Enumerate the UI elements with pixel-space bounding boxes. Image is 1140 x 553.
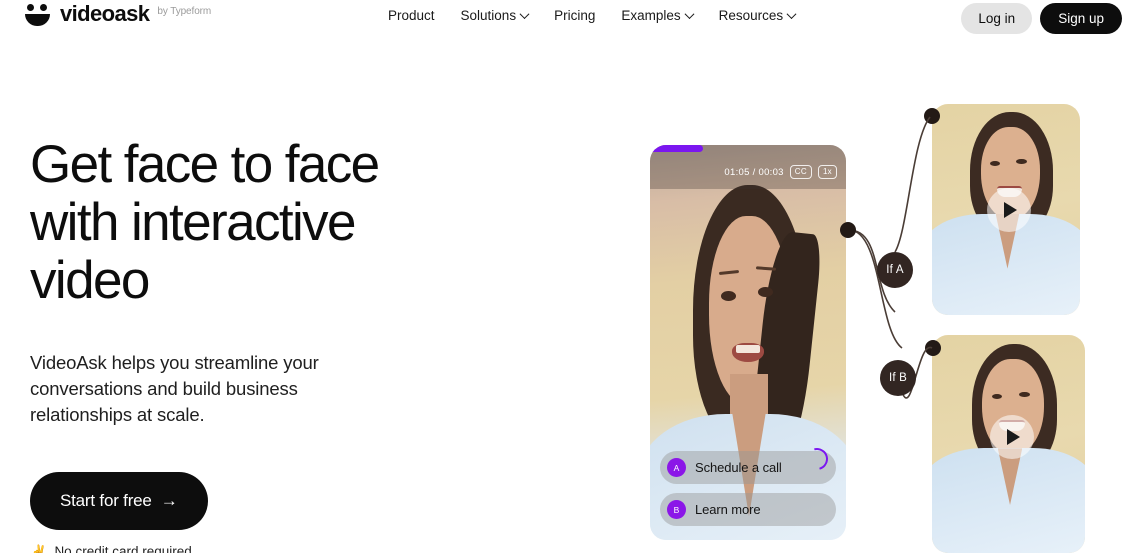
brand-subtitle: by Typeform (157, 6, 212, 17)
branch-badge-if-a[interactable]: If A (877, 252, 913, 288)
thumb-a-eye-left (989, 160, 1001, 167)
play-triangle (1007, 429, 1021, 446)
option-badge-b: B (667, 500, 686, 519)
answer-option-b[interactable]: B Learn more (660, 493, 836, 526)
arrow-right-icon: → (160, 491, 178, 510)
nav-item-solutions[interactable]: Solutions (460, 8, 530, 23)
video-progress-bar[interactable] (650, 145, 703, 152)
peace-hand-icon: ✌️ (30, 543, 48, 553)
landing-page: videoask by Typeform Product Solutions P… (0, 0, 1140, 553)
closed-captions-button[interactable]: CC (789, 165, 812, 179)
nav-label-solutions: Solutions (460, 8, 517, 23)
branch-path-b (848, 229, 903, 349)
note-text: No credit card required. (54, 544, 196, 553)
cta-label: Start for free (60, 491, 152, 510)
start-for-free-button[interactable]: Start for free → (30, 472, 208, 530)
video-timestamp: 01:05 / 00:03 (724, 166, 784, 178)
hero-content: Get face to face with interactive video … (30, 136, 460, 553)
nav-label-pricing: Pricing (554, 8, 596, 23)
playback-speed-button[interactable]: 1x (817, 165, 837, 179)
chevron-down-icon (519, 9, 530, 20)
brand-logo[interactable]: videoask by Typeform (24, 2, 211, 26)
headline-line-2: with interactive (30, 193, 357, 252)
nav-label-product: Product (388, 8, 435, 23)
play-icon[interactable] (986, 187, 1031, 232)
headline-line-1: Get face to face (30, 135, 380, 194)
thumb-b-eye-right (1019, 391, 1030, 397)
branch-badge-if-b[interactable]: If B (880, 360, 916, 396)
logo-eye-left (27, 4, 34, 11)
option-label-a: Schedule a call (695, 460, 782, 475)
nav-item-pricing[interactable]: Pricing (554, 8, 595, 23)
option-loading-arc-icon (801, 443, 833, 475)
branch-path-a-upper (894, 116, 931, 253)
headline-line-3: video (30, 251, 150, 310)
smiley-face-logo-icon (24, 2, 52, 26)
thumb-a-eye-right (1016, 158, 1027, 164)
answer-options: A Schedule a call B Learn more (660, 442, 836, 526)
logo-mouth (25, 14, 50, 26)
main-video-card[interactable]: 01:05 / 00:03 CC 1x A Schedule a call B … (650, 145, 846, 540)
answer-option-a[interactable]: A Schedule a call (660, 443, 836, 484)
brand-name: videoask (60, 1, 150, 26)
branch-video-card-a[interactable] (932, 104, 1080, 315)
logo-eye-right (40, 4, 47, 11)
play-triangle (1004, 201, 1018, 218)
option-label-b: Learn more (695, 502, 761, 517)
nav-item-product[interactable]: Product (388, 8, 435, 23)
branch-video-card-b[interactable] (932, 335, 1085, 553)
portrait-teeth (736, 344, 760, 353)
play-icon[interactable] (989, 415, 1034, 460)
no-credit-card-note: ✌️ No credit card required. (30, 544, 460, 553)
hero-subtitle: VideoAsk helps you streamline your conve… (30, 352, 319, 425)
option-badge-a: A (667, 458, 686, 477)
hero-visual: 01:05 / 00:03 CC 1x A Schedule a call B … (620, 0, 1140, 553)
page-title: Get face to face with interactive video (30, 136, 460, 310)
